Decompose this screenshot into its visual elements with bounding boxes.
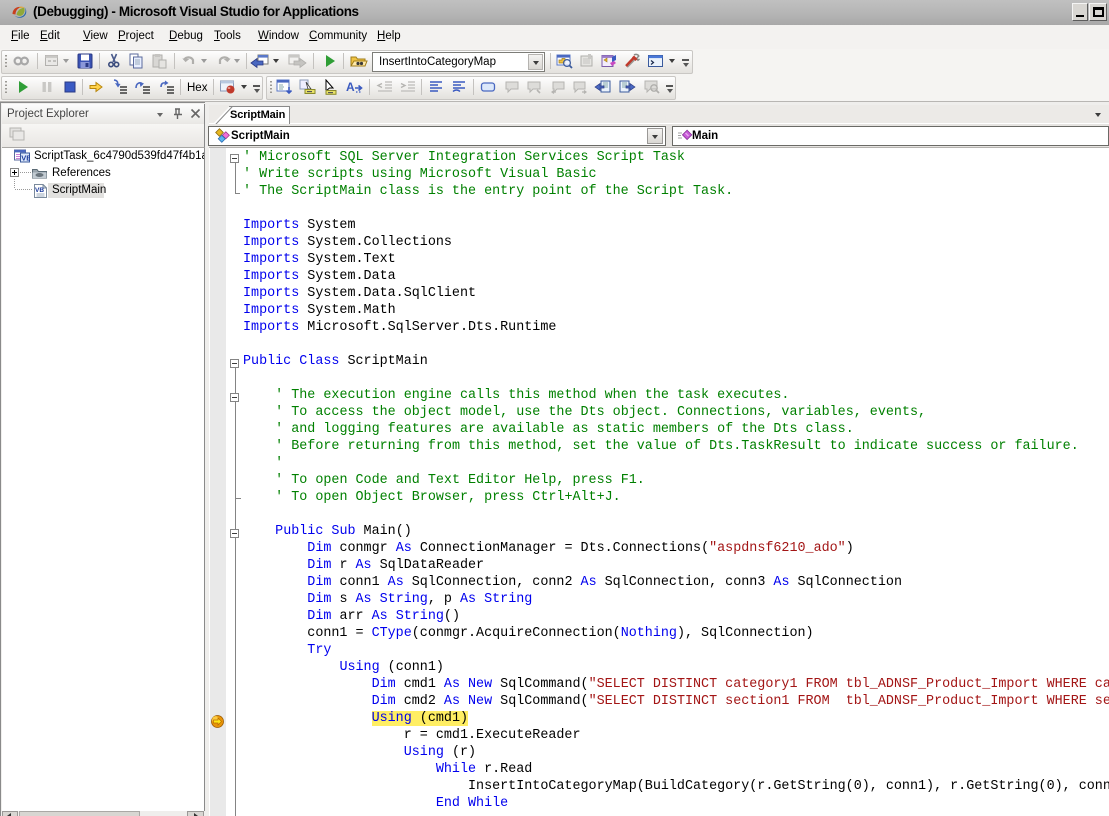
svg-text:VB: VB [35,187,44,194]
svg-text:A: A [346,80,355,94]
svg-text:VB: VB [21,154,30,163]
